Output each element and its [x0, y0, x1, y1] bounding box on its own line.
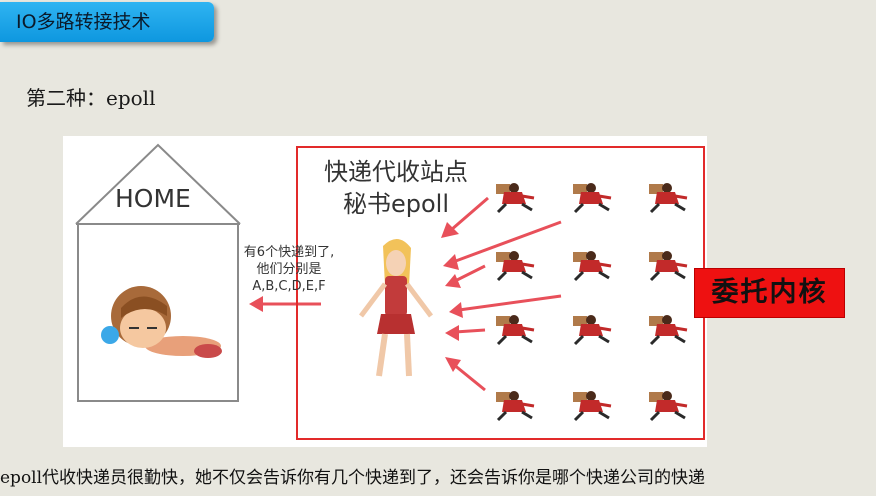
- message-line-1: 有6个快递到了,: [243, 245, 335, 260]
- notification-message: 有6个快递到了, 他们分别是 A,B,C,D,E,F: [231, 244, 347, 295]
- slide-title-tab: IO多路转接技术: [0, 2, 214, 42]
- station-title-line-2: 秘书epoll: [342, 190, 450, 218]
- slide-title: IO多路转接技术: [16, 11, 151, 33]
- delivery-station-title: 快递代收站点 秘书epoll: [306, 156, 486, 220]
- delegate-kernel-label: 委托内核: [694, 268, 845, 318]
- sleeping-person: [101, 286, 222, 358]
- station-title-line-1: 快递代收站点: [324, 158, 468, 186]
- message-line-3: A,B,C,D,E,F: [252, 279, 326, 294]
- section-heading: 第二种：epoll: [26, 86, 156, 110]
- slide-caption: epoll代收快递员很勤快，她不仅会告诉你有几个快递到了，还会告诉你是哪个快递公…: [0, 468, 706, 488]
- epoll-diagram: 快递代收站点 秘书epoll HOME 有6个快递到了, 他们分别是 A,B,C…: [63, 136, 707, 447]
- message-line-2: 他们分别是: [256, 262, 322, 277]
- home-label: HOME: [115, 184, 191, 213]
- bubble-icon: [101, 326, 119, 344]
